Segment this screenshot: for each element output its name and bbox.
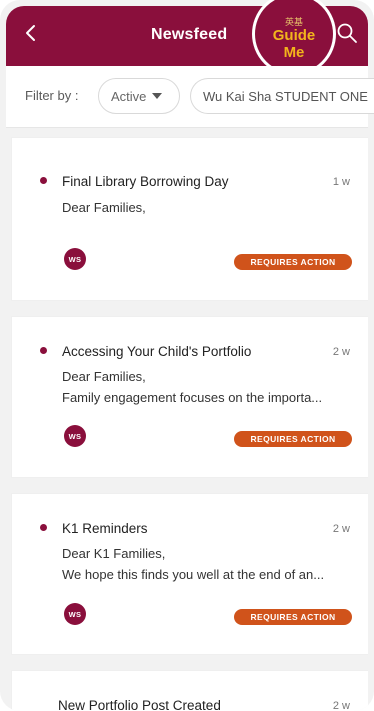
feed-card-line: Dear Families, (62, 369, 146, 384)
filter-label: Filter by : (25, 88, 79, 103)
caret-down-icon (152, 93, 163, 99)
search-icon (337, 23, 357, 43)
guide-me-label: Guide Me (272, 27, 316, 61)
status-filter-value: Active (111, 88, 147, 104)
chevron-left-icon (26, 25, 35, 41)
requires-action-badge: REQUIRES ACTION (234, 431, 352, 447)
unread-dot (40, 177, 47, 184)
requires-action-badge: REQUIRES ACTION (234, 609, 352, 625)
unread-dot (40, 524, 47, 531)
newsfeed-list: Final Library Borrowing Day 1 w Dear Fam… (6, 128, 368, 711)
author-avatar: WS (64, 603, 86, 625)
filter-bar: Filter by : Active Wu Kai Sha STUDENT ON… (6, 66, 374, 128)
back-button[interactable] (18, 20, 44, 46)
feed-card-time: 2 w (332, 700, 350, 711)
unread-dot (40, 347, 47, 354)
app-screen: Newsfeed 英基 Guide Me Filter by : Active … (0, 0, 374, 711)
feed-card-title: Accessing Your Child's Portfolio (62, 344, 252, 359)
feed-card-title: New Portfolio Post Created (58, 698, 221, 711)
feed-card-title: K1 Reminders (62, 521, 148, 536)
page-title: Newsfeed (151, 26, 228, 43)
search-button[interactable] (332, 18, 362, 48)
feed-card-time: 1 w (332, 176, 350, 188)
status-filter-dropdown[interactable]: Active (98, 78, 180, 114)
guide-me-small-label: 英基 (284, 17, 303, 27)
feed-card-line: Family engagement focuses on the importa… (62, 390, 323, 405)
author-avatar: WS (64, 425, 86, 447)
author-avatar: WS (64, 248, 86, 270)
feed-card-line: We hope this finds you well at the end o… (62, 567, 325, 582)
feed-card[interactable]: Accessing Your Child's Portfolio 2 w Dea… (12, 317, 368, 477)
feed-card-time: 2 w (332, 523, 350, 535)
feed-card-title: Final Library Borrowing Day (62, 174, 229, 189)
feed-card[interactable]: New Portfolio Post Created 2 w (12, 671, 368, 711)
student-filter-value: Wu Kai Sha STUDENT ONE (203, 88, 368, 104)
requires-action-badge: REQUIRES ACTION (234, 254, 352, 270)
feed-card-line: Dear Families, (62, 200, 146, 215)
feed-card-line: Dear K1 Families, (62, 546, 166, 561)
feed-card[interactable]: K1 Reminders 2 w Dear K1 Families, We ho… (12, 494, 368, 654)
feed-card[interactable]: Final Library Borrowing Day 1 w Dear Fam… (12, 138, 368, 300)
top-bar: Newsfeed 英基 Guide Me (6, 0, 368, 76)
guide-me-button[interactable]: 英基 Guide Me (252, 0, 336, 76)
student-filter[interactable]: Wu Kai Sha STUDENT ONE (190, 78, 374, 114)
feed-card-time: 2 w (332, 346, 350, 358)
